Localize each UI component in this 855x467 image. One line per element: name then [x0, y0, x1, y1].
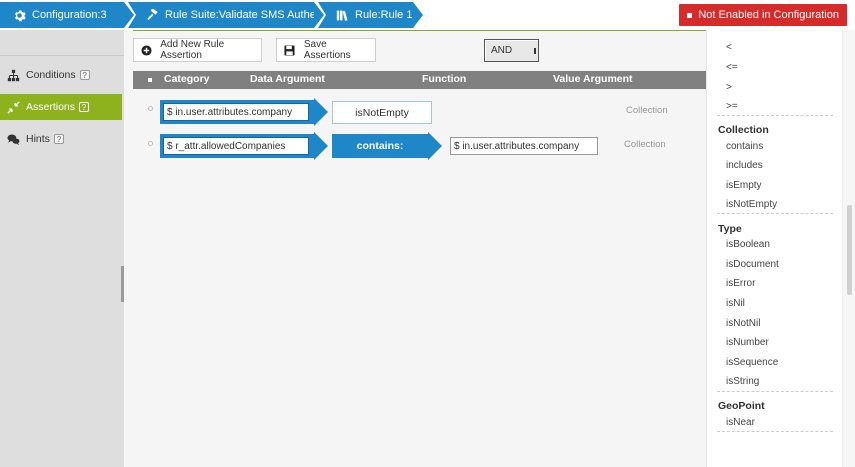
sidebar-divider [0, 55, 124, 56]
status-label: Not Enabled in Configuration [698, 9, 839, 21]
dropdown-arrow-icon [534, 48, 536, 54]
select-all-bullet-icon [148, 78, 152, 82]
scrollbar-thumb[interactable] [847, 205, 852, 295]
sidebar-item-conditions[interactable]: Conditions ? [0, 62, 122, 88]
save-assertions-button[interactable]: Save Assertions [276, 38, 376, 62]
breadcrumb-label: Configuration:3 [32, 9, 107, 21]
save-assertions-label: Save Assertions [303, 39, 351, 61]
panel-divider [717, 431, 833, 432]
function-item[interactable]: isNumber [726, 337, 769, 348]
assertions-editor: Add New Rule Assertion Save Assertions A… [124, 31, 706, 467]
collapse-arrows-icon [6, 100, 20, 114]
gavel-icon [146, 8, 159, 22]
floppy-disk-icon [284, 44, 296, 56]
sidebar-item-label: Conditions [26, 69, 76, 81]
panel-divider [717, 391, 833, 392]
plus-circle-icon [141, 44, 152, 56]
function-item[interactable]: contains [726, 141, 763, 152]
status-square-icon [687, 12, 693, 18]
group-title-type: Type [718, 223, 742, 235]
breadcrumb: Configuration:3 Rule Suite:Validate SMS … [0, 2, 423, 28]
table-header: Category Data Argument Function Value Ar… [133, 71, 706, 89]
breadcrumb-rule-suite[interactable]: Rule Suite:Validate SMS Authentication [128, 2, 357, 28]
logic-operator-value: AND [491, 45, 513, 56]
breadcrumb-label: Rule:Rule 1 [355, 9, 413, 21]
group-title-geopoint: GeoPoint [718, 400, 765, 412]
breadcrumb-configuration[interactable]: Configuration:3 [0, 2, 134, 28]
function-item[interactable]: isBoolean [726, 239, 770, 250]
panel-divider [717, 213, 833, 214]
functions-panel: < <= > >= Collection contains includes i… [706, 30, 842, 467]
data-argument-field[interactable]: $ r_attr.allowedCompanies [163, 137, 309, 155]
hierarchy-icon [6, 68, 20, 82]
function-item[interactable]: >= [726, 101, 738, 112]
help-icon[interactable]: ? [79, 102, 90, 112]
function-item[interactable]: isNotNil [726, 318, 760, 329]
add-assertion-button[interactable]: Add New Rule Assertion [133, 38, 262, 62]
help-icon[interactable]: ? [53, 134, 64, 144]
logic-operator-select[interactable]: AND [484, 39, 539, 62]
gear-icon [12, 8, 26, 22]
column-header-category: Category [164, 73, 210, 85]
function-box[interactable]: isNotEmpty [332, 101, 432, 124]
books-icon [336, 8, 349, 22]
function-item[interactable]: isNil [726, 298, 745, 309]
data-argument-field[interactable]: $ in.user.attributes.company [163, 103, 309, 121]
group-title-collection: Collection [718, 124, 769, 136]
function-item[interactable]: > [726, 82, 732, 93]
function-item[interactable]: < [726, 42, 732, 53]
row-select-bullet[interactable] [148, 141, 153, 146]
function-item[interactable]: includes [726, 160, 763, 171]
panel-divider [717, 115, 833, 116]
function-item[interactable]: isNear [726, 417, 755, 428]
column-header-data-argument: Data Argument [250, 73, 325, 85]
sidebar-item-label: Assertions [26, 101, 76, 113]
function-item[interactable]: isEmpty [726, 180, 762, 191]
status-badge: Not Enabled in Configuration [679, 4, 847, 26]
function-item[interactable]: <= [726, 62, 738, 73]
function-item[interactable]: isDocument [726, 259, 779, 270]
function-item[interactable]: isString [726, 376, 759, 387]
data-argument-arrow: $ r_attr.allowedCompanies [160, 132, 328, 160]
function-item[interactable]: isNotEmpty [726, 199, 777, 210]
category-label: Collection [626, 105, 668, 116]
add-assertion-label: Add New Rule Assertion [160, 39, 225, 61]
data-argument-arrow: $ in.user.attributes.company [160, 98, 328, 126]
top-bar: Configuration:3 Rule Suite:Validate SMS … [0, 0, 855, 30]
column-header-value-argument: Value Argument [553, 73, 633, 85]
category-label: Collection [624, 139, 666, 150]
function-arrow[interactable]: contains: [332, 132, 442, 160]
row-select-bullet[interactable] [148, 106, 153, 111]
sidebar-item-label: Hints [26, 133, 50, 145]
sidebar-item-hints[interactable]: Hints ? [0, 126, 122, 152]
sidebar-item-assertions[interactable]: Assertions ? [0, 94, 122, 120]
function-item[interactable]: isError [726, 278, 755, 289]
value-argument-field[interactable]: $ in.user.attributes.company [450, 137, 598, 155]
chat-bubbles-icon [6, 132, 20, 146]
panel-scrollbar[interactable] [842, 30, 855, 467]
breadcrumb-rule[interactable]: Rule:Rule 1 [318, 2, 423, 28]
column-header-function: Function [422, 73, 467, 85]
help-icon[interactable]: ? [79, 70, 90, 80]
function-item[interactable]: isSequence [726, 357, 778, 368]
sidebar: Conditions ? Assertions ? Hints ? [0, 30, 124, 467]
